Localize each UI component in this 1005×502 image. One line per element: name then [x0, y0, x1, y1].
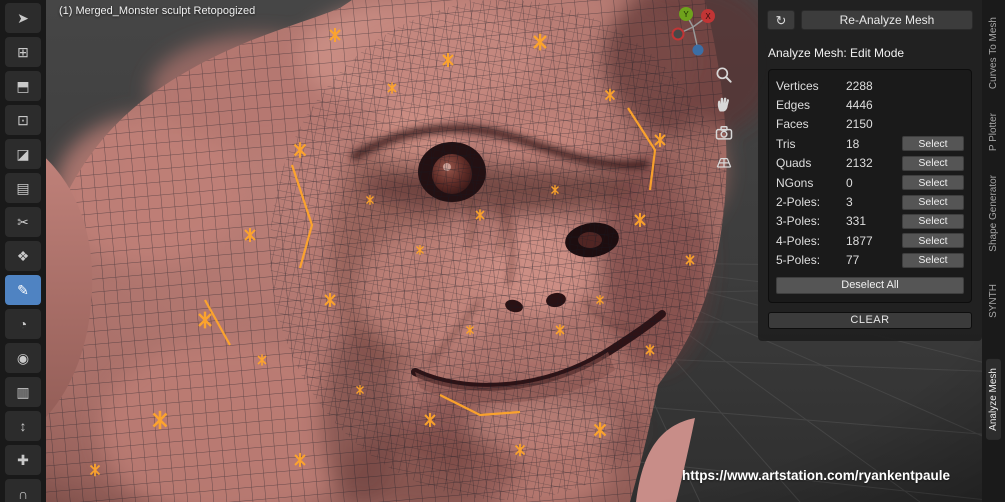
select-button-3-poles[interactable]: Select: [902, 214, 964, 229]
watermark-url: https://www.artstation.com/ryankentpaule: [682, 468, 950, 483]
tool-add-cube-icon[interactable]: ⊞: [5, 37, 41, 67]
stat-row-edges: Edges4446: [776, 95, 964, 114]
tool-spin-icon[interactable]: ◔: [5, 309, 41, 339]
analyze-mesh-panel: ↻ Re-Analyze Mesh Analyze Mesh: Edit Mod…: [758, 0, 982, 341]
tool-inset-faces-icon[interactable]: ⊡: [5, 105, 41, 135]
select-button-tris[interactable]: Select: [902, 136, 964, 151]
refresh-button[interactable]: ↻: [767, 10, 795, 30]
tab-shape-generator[interactable]: Shape Generator: [986, 166, 1001, 261]
sidebar-tab-strip: Curves To Mesh P Plotter Shape Generator SY…: [982, 0, 1005, 502]
stat-value-3-poles: 331: [846, 214, 902, 228]
navigation-gizmo[interactable]: Y X: [668, 2, 724, 58]
stat-label-vertices: Vertices: [776, 79, 846, 93]
stat-value-faces: 2150: [846, 117, 964, 131]
toolbar: ➤ ⊞ ⬒ ⊡ ◪ ▤ ✂ ❖ ✎ ◔ ◉ ▥ ↕ ✚ ∩: [0, 0, 46, 502]
pan-button[interactable]: [711, 92, 737, 116]
magnifier-icon: [714, 65, 734, 85]
stat-row-4-poles: 4-Poles:1877Select: [776, 231, 964, 250]
panel-title: Analyze Mesh: Edit Mode: [768, 46, 972, 60]
clear-button[interactable]: CLEAR: [768, 312, 972, 329]
stat-label-faces: Faces: [776, 117, 846, 131]
camera-icon: [714, 123, 734, 143]
deselect-all-button[interactable]: Deselect All: [776, 277, 964, 294]
perspective-grid-icon: [714, 152, 734, 172]
select-button-ngons[interactable]: Select: [902, 175, 964, 190]
blender-window: (1) Merged_Monster sculpt Retopogized ➤ ⊞…: [0, 0, 1005, 502]
tab-curves-to-mesh[interactable]: Curves To Mesh: [986, 8, 1001, 98]
tool-knife-icon[interactable]: ✂: [5, 207, 41, 237]
mesh-stats-box: Vertices2288Edges4446Faces2150Tris18Sele…: [768, 69, 972, 303]
svg-text:X: X: [705, 12, 711, 21]
stat-row-tris: Tris18Select: [776, 134, 964, 153]
select-button-5-poles[interactable]: Select: [902, 253, 964, 268]
stat-value-edges: 4446: [846, 98, 964, 112]
tool-loop-cut-icon[interactable]: ▤: [5, 173, 41, 203]
gizmo-x-neg-axis[interactable]: [673, 29, 684, 40]
tool-edge-slide-icon[interactable]: ▥: [5, 377, 41, 407]
zoom-button[interactable]: [711, 63, 737, 87]
viewport-header: (1) Merged_Monster sculpt Retopogized: [59, 5, 255, 17]
stat-label-5-poles: 5-Poles:: [776, 253, 846, 267]
stat-row-quads: Quads2132Select: [776, 154, 964, 173]
svg-text:Y: Y: [683, 10, 689, 19]
stat-row-2-poles: 2-Poles:3Select: [776, 192, 964, 211]
refresh-icon: ↻: [776, 13, 787, 28]
stat-value-quads: 2132: [846, 156, 902, 170]
stat-label-quads: Quads: [776, 156, 846, 170]
perspective-toggle-button[interactable]: [711, 150, 737, 174]
stat-row-vertices: Vertices2288: [776, 76, 964, 95]
tool-bevel-icon[interactable]: ◪: [5, 139, 41, 169]
stat-label-tris: Tris: [776, 137, 846, 151]
select-button-2-poles[interactable]: Select: [902, 195, 964, 210]
tool-smooth-brush-icon[interactable]: ✎: [5, 275, 41, 305]
tab-analyze-mesh[interactable]: Analyze Mesh: [986, 359, 1001, 440]
select-button-4-poles[interactable]: Select: [902, 233, 964, 248]
stat-label-ngons: NGons: [776, 176, 846, 190]
stat-value-ngons: 0: [846, 176, 902, 190]
tool-shrink-fatten-icon[interactable]: ↕: [5, 411, 41, 441]
stat-value-tris: 18: [846, 137, 902, 151]
gizmo-z-axis[interactable]: [693, 45, 704, 56]
tool-extrude-region-icon[interactable]: ⬒: [5, 71, 41, 101]
tool-poly-build-icon[interactable]: ❖: [5, 241, 41, 271]
stat-row-3-poles: 3-Poles:331Select: [776, 212, 964, 231]
mesh-stats-rows: Vertices2288Edges4446Faces2150Tris18Sele…: [776, 76, 964, 270]
tool-smooth-vertex-icon[interactable]: ◉: [5, 343, 41, 373]
tab-synth[interactable]: SYNTH: [986, 275, 1001, 327]
stat-value-vertices: 2288: [846, 79, 964, 93]
stat-label-4-poles: 4-Poles:: [776, 234, 846, 248]
stat-row-5-poles: 5-Poles:77Select: [776, 251, 964, 270]
hand-icon: [714, 94, 734, 114]
reanalyze-mesh-button[interactable]: Re-Analyze Mesh: [801, 10, 973, 30]
stat-value-4-poles: 1877: [846, 234, 902, 248]
stat-label-3-poles: 3-Poles:: [776, 214, 846, 228]
stat-value-5-poles: 77: [846, 253, 902, 267]
camera-view-button[interactable]: [711, 121, 737, 145]
tool-select-tweak-icon[interactable]: ➤: [5, 3, 41, 33]
stat-row-faces: Faces2150: [776, 115, 964, 134]
tool-snap-magnet-icon[interactable]: ∩: [5, 479, 41, 502]
viewport-controls: [711, 63, 737, 174]
tool-move-icon[interactable]: ✚: [5, 445, 41, 475]
stat-label-edges: Edges: [776, 98, 846, 112]
stat-row-ngons: NGons0Select: [776, 173, 964, 192]
tab-p-plotter[interactable]: P Plotter: [986, 104, 1001, 160]
panel-top-row: ↻ Re-Analyze Mesh: [767, 10, 973, 30]
stat-label-2-poles: 2-Poles:: [776, 195, 846, 209]
select-button-quads[interactable]: Select: [902, 156, 964, 171]
stat-value-2-poles: 3: [846, 195, 902, 209]
